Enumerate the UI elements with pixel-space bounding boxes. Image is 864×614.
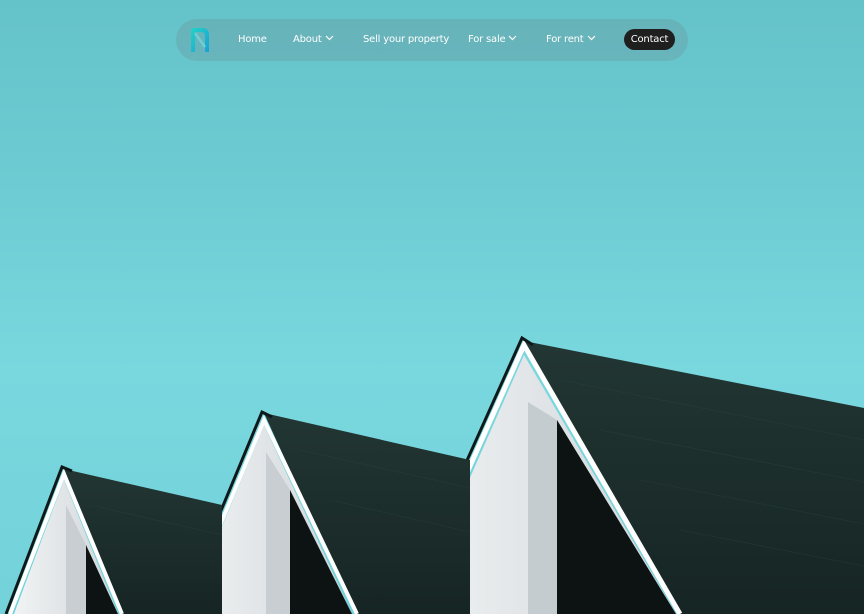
chevron-down-icon [325, 35, 334, 41]
nav-home-label: Home [238, 34, 267, 45]
chevron-down-icon [509, 35, 517, 41]
main-navbar: Home About Sell your property For sale F… [176, 19, 688, 61]
nav-for-sale-label: For sale [468, 34, 506, 45]
nav-for-rent-dropdown[interactable]: For rent [546, 19, 596, 61]
nav-home-link[interactable]: Home [238, 19, 267, 61]
contact-button[interactable]: Contact [624, 29, 675, 50]
chevron-down-icon [587, 35, 595, 41]
nav-about-dropdown[interactable]: About [293, 19, 334, 61]
nav-for-rent-label: For rent [546, 34, 584, 45]
nav-sell-property-label: Sell your property [363, 34, 450, 45]
brand-logo-icon[interactable] [188, 27, 212, 53]
nav-about-label: About [293, 34, 322, 45]
rooftops-illustration [4, 335, 864, 614]
nav-for-sale-dropdown[interactable]: For sale [468, 19, 517, 61]
nav-sell-property-link[interactable]: Sell your property [363, 19, 449, 61]
hero-image [0, 0, 864, 614]
